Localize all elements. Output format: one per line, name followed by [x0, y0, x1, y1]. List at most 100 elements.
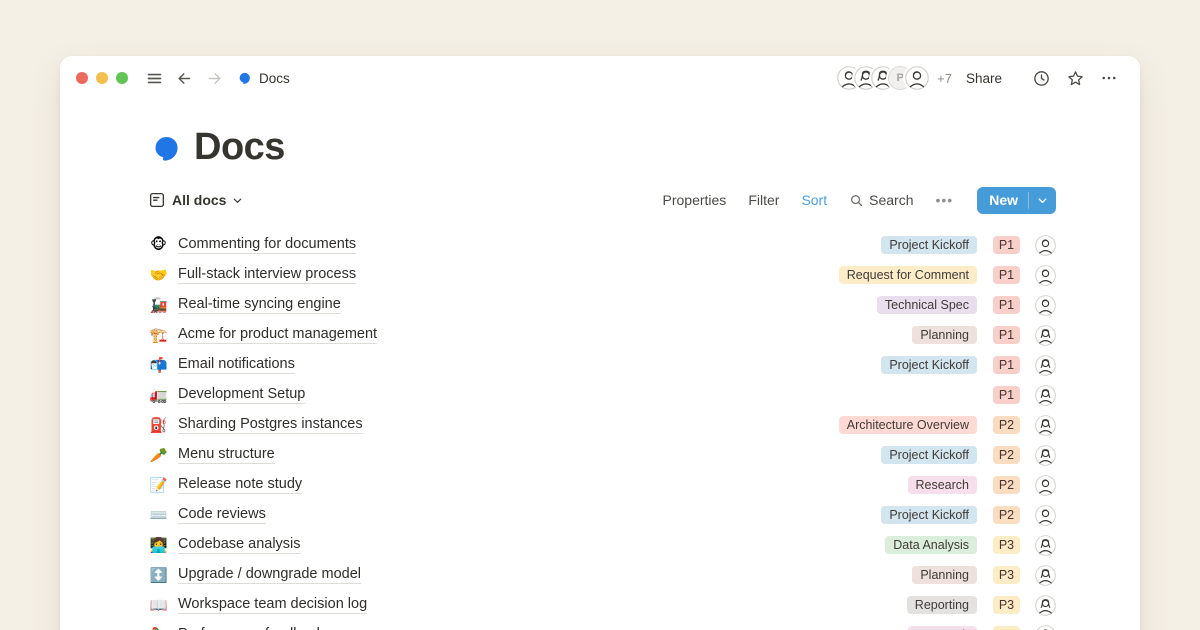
assignee-avatar[interactable]	[1035, 385, 1056, 406]
doc-title-link[interactable]: Real-time syncing engine	[178, 296, 341, 314]
doc-type-tag[interactable]: Planning	[912, 326, 977, 344]
doc-type-tag[interactable]: Planning	[912, 566, 977, 584]
view-more-options-icon[interactable]: •••	[935, 192, 953, 208]
new-doc-label[interactable]: New	[977, 192, 1028, 208]
doc-title-link[interactable]: Full-stack interview process	[178, 266, 356, 284]
doc-title-link[interactable]: Code reviews	[178, 506, 266, 524]
collaborator-avatar[interactable]	[905, 66, 929, 90]
doc-title-link[interactable]: Upgrade / downgrade model	[178, 566, 361, 584]
priority-badge[interactable]: P2	[993, 476, 1020, 494]
doc-type-tag[interactable]: Project Kickoff	[881, 356, 977, 374]
priority-badge[interactable]: P2	[993, 416, 1020, 434]
priority-badge[interactable]: P1	[993, 296, 1020, 314]
doc-type-tag[interactable]: Research	[908, 626, 978, 630]
doc-row[interactable]: ⌨️ Code reviews Project Kickoff P2	[148, 500, 1056, 530]
spiral-doc-icon	[236, 70, 252, 86]
assignee-avatar[interactable]	[1035, 565, 1056, 586]
doc-type-tag[interactable]: Technical Spec	[877, 296, 977, 314]
sort-button[interactable]: Sort	[801, 192, 827, 208]
doc-type-tag[interactable]: Request for Comment	[839, 266, 977, 284]
assignee-avatar[interactable]	[1035, 355, 1056, 376]
doc-row[interactable]: 🤝 Full-stack interview process Request f…	[148, 260, 1056, 290]
close-window-button[interactable]	[76, 72, 88, 84]
assignee-avatar[interactable]	[1035, 325, 1056, 346]
doc-row[interactable]: 🦜 Performance feedback Research P3	[148, 620, 1056, 630]
breadcrumb[interactable]: Docs	[236, 70, 290, 86]
more-options-icon[interactable]	[1096, 65, 1122, 91]
properties-button[interactable]: Properties	[663, 192, 727, 208]
assignee-avatar[interactable]	[1035, 445, 1056, 466]
doc-type-tag[interactable]: Project Kickoff	[881, 236, 977, 254]
view-switcher[interactable]: All docs	[148, 191, 243, 209]
doc-title-link[interactable]: Development Setup	[178, 386, 305, 404]
priority-badge[interactable]: P3	[993, 596, 1020, 614]
doc-row[interactable]: 📬 Email notifications Project Kickoff P1	[148, 350, 1056, 380]
doc-title-link[interactable]: Performance feedback	[178, 626, 324, 630]
doc-row[interactable]: 🥕 Menu structure Project Kickoff P2	[148, 440, 1056, 470]
doc-row[interactable]: 👩‍💻 Codebase analysis Data Analysis P3	[148, 530, 1056, 560]
new-doc-button[interactable]: New	[977, 187, 1056, 214]
doc-title-link[interactable]: Menu structure	[178, 446, 275, 464]
priority-badge[interactable]: P2	[993, 446, 1020, 464]
priority-badge[interactable]: P1	[993, 266, 1020, 284]
doc-row[interactable]: 🚂 Real-time syncing engine Technical Spe…	[148, 290, 1056, 320]
doc-row[interactable]: ↕️ Upgrade / downgrade model Planning P3	[148, 560, 1056, 590]
doc-type-tag[interactable]: Data Analysis	[885, 536, 977, 554]
doc-row[interactable]: 🚛 Development Setup P1	[148, 380, 1056, 410]
favorite-star-icon[interactable]	[1062, 65, 1088, 91]
doc-type-tag[interactable]: Project Kickoff	[881, 446, 977, 464]
history-clock-icon[interactable]	[1028, 65, 1054, 91]
priority-badge[interactable]: P2	[993, 506, 1020, 524]
priority-badge[interactable]: P3	[993, 626, 1020, 630]
assignee-avatar[interactable]	[1035, 625, 1056, 630]
doc-list: 🐵 Commenting for documents Project Kicko…	[148, 230, 1056, 630]
doc-title-link[interactable]: Workspace team decision log	[178, 596, 367, 614]
assignee-avatar[interactable]	[1035, 265, 1056, 286]
collaborator-avatars[interactable]: P	[837, 66, 929, 90]
doc-title-link[interactable]: Codebase analysis	[178, 536, 301, 554]
assignee-avatar[interactable]	[1035, 295, 1056, 316]
doc-row[interactable]: 📝 Release note study Research P2	[148, 470, 1056, 500]
doc-title-link[interactable]: Commenting for documents	[178, 236, 356, 254]
doc-row[interactable]: 📖 Workspace team decision log Reporting …	[148, 590, 1056, 620]
titlebar: Docs P +7 Share	[60, 56, 1140, 100]
assignee-avatar[interactable]	[1035, 595, 1056, 616]
priority-badge[interactable]: P1	[993, 326, 1020, 344]
doc-list-icon	[148, 191, 166, 209]
doc-title-link[interactable]: Email notifications	[178, 356, 295, 374]
assignee-avatar[interactable]	[1035, 505, 1056, 526]
page-content: Docs All docs Properties Filter Sort Sea…	[60, 126, 1140, 630]
priority-badge[interactable]: P3	[993, 536, 1020, 554]
doc-row[interactable]: 🐵 Commenting for documents Project Kicko…	[148, 230, 1056, 260]
doc-row[interactable]: ⛽ Sharding Postgres instances Architectu…	[148, 410, 1056, 440]
assignee-avatar[interactable]	[1035, 415, 1056, 436]
assignee-avatar[interactable]	[1035, 535, 1056, 556]
priority-badge[interactable]: P1	[993, 356, 1020, 374]
titlebar-doc-name: Docs	[259, 71, 290, 86]
filter-button[interactable]: Filter	[748, 192, 779, 208]
search-button[interactable]: Search	[849, 192, 913, 208]
forward-arrow-icon[interactable]	[202, 66, 226, 90]
priority-badge[interactable]: P1	[993, 386, 1020, 404]
doc-type-tag[interactable]: Reporting	[907, 596, 977, 614]
page-title: Docs	[194, 126, 285, 169]
doc-type-tag[interactable]: Project Kickoff	[881, 506, 977, 524]
priority-badge[interactable]: P3	[993, 566, 1020, 584]
zoom-window-button[interactable]	[116, 72, 128, 84]
collaborator-overflow-count[interactable]: +7	[937, 71, 952, 86]
sidebar-menu-icon[interactable]	[142, 66, 166, 90]
back-arrow-icon[interactable]	[172, 66, 196, 90]
carrot-emoji: 🥕	[148, 447, 169, 464]
priority-badge[interactable]: P1	[993, 236, 1020, 254]
minimize-window-button[interactable]	[96, 72, 108, 84]
share-button[interactable]: Share	[966, 71, 1002, 86]
doc-title-link[interactable]: Sharding Postgres instances	[178, 416, 363, 434]
assignee-avatar[interactable]	[1035, 475, 1056, 496]
assignee-avatar[interactable]	[1035, 235, 1056, 256]
doc-title-link[interactable]: Release note study	[178, 476, 302, 494]
doc-title-link[interactable]: Acme for product management	[178, 326, 377, 344]
doc-type-tag[interactable]: Research	[908, 476, 978, 494]
doc-type-tag[interactable]: Architecture Overview	[839, 416, 977, 434]
new-doc-dropdown[interactable]	[1029, 195, 1056, 206]
doc-row[interactable]: 🏗️ Acme for product management Planning …	[148, 320, 1056, 350]
